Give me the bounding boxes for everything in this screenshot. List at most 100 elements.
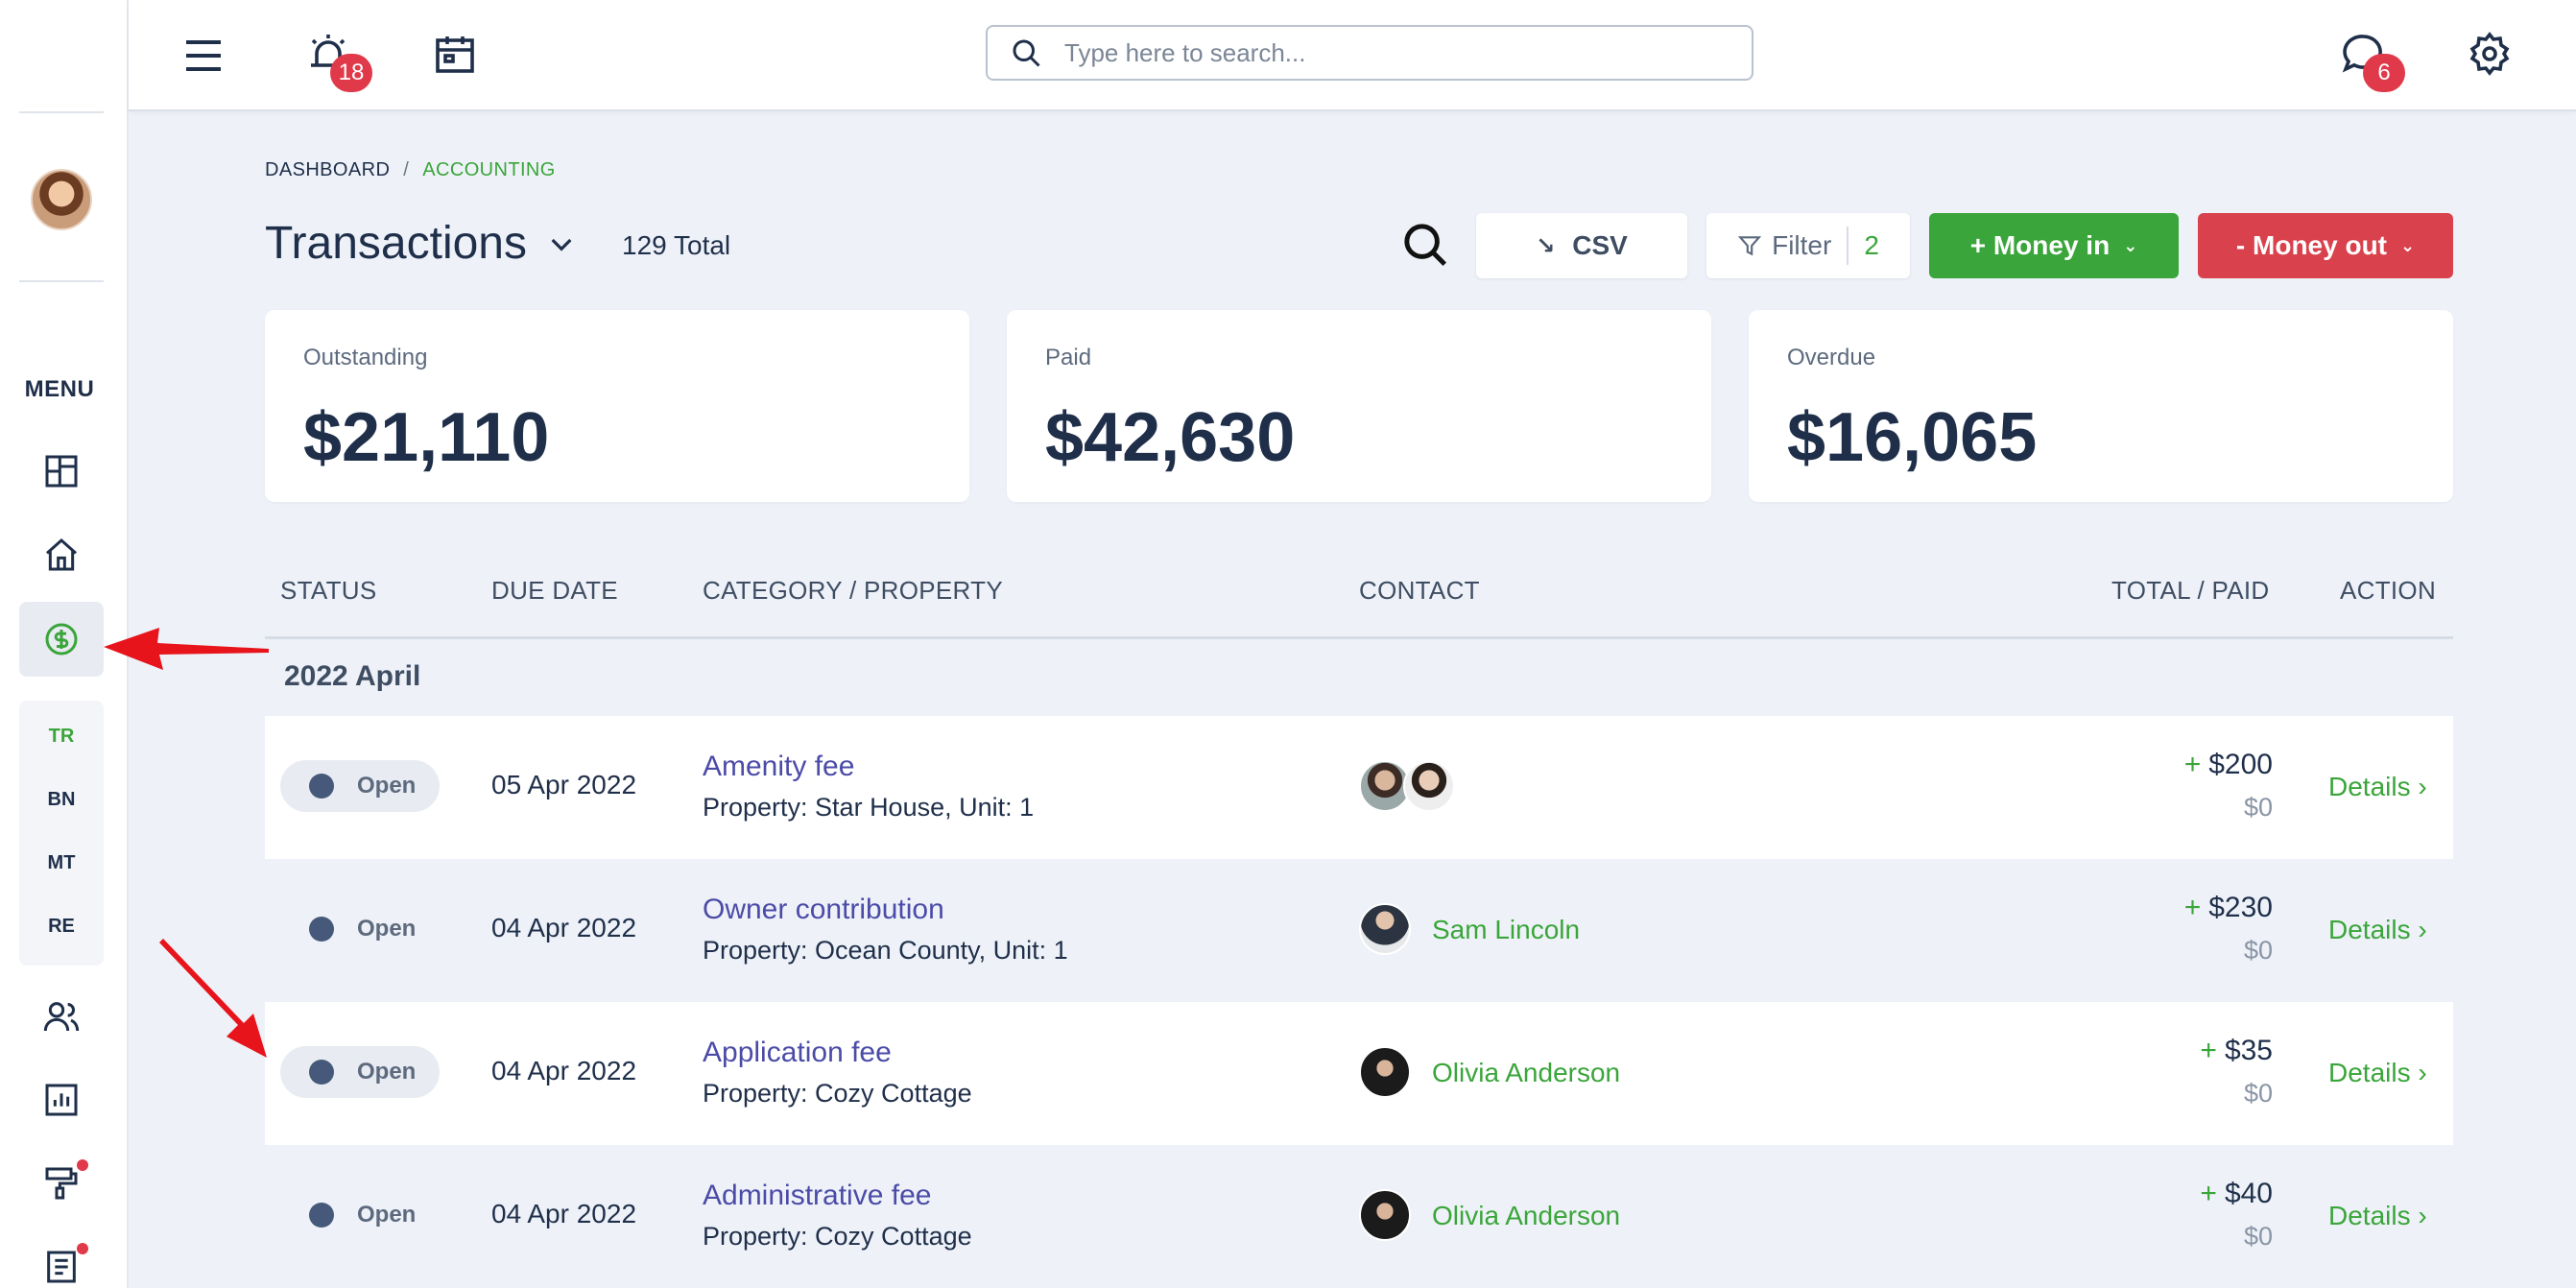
menu-label: MENU bbox=[24, 376, 95, 402]
sidebar-divider bbox=[19, 111, 104, 113]
search-icon[interactable] bbox=[1399, 219, 1451, 271]
property-text: Property: Ocean County, Unit: 1 bbox=[703, 936, 1068, 965]
arrow-down-right-icon: ↘ bbox=[1536, 232, 1556, 259]
total-count: 129 Total bbox=[622, 230, 731, 260]
plus-sign: + bbox=[2200, 1035, 2217, 1066]
alerts-badge: 18 bbox=[330, 54, 372, 92]
search-icon bbox=[1013, 39, 1040, 67]
messages-button[interactable]: 6 bbox=[2336, 27, 2405, 92]
due-date: 04 Apr 2022 bbox=[491, 913, 637, 942]
plus-sign: + bbox=[2183, 892, 2202, 923]
column-header-status[interactable]: STATUS bbox=[280, 576, 377, 606]
contact-avatar[interactable] bbox=[1359, 1046, 1411, 1098]
filter-count: 2 bbox=[1864, 230, 1879, 260]
paid-amount: $0 bbox=[2243, 936, 2273, 965]
plus-sign: + bbox=[2200, 1178, 2217, 1209]
category-link[interactable]: Application fee bbox=[703, 1037, 892, 1069]
status-badge: Open bbox=[280, 1189, 440, 1241]
sidebar-item-properties[interactable] bbox=[19, 517, 104, 592]
contact-avatar[interactable] bbox=[1359, 903, 1411, 955]
submenu-item-tr[interactable]: TR bbox=[19, 726, 104, 748]
chevron-down-icon: ⌄ bbox=[2123, 235, 2138, 255]
column-header-total-paid[interactable]: TOTAL / PAID bbox=[2111, 576, 2269, 606]
column-header-category[interactable]: CATEGORY / PROPERTY bbox=[703, 576, 1003, 606]
sidebar-item-contacts[interactable] bbox=[19, 979, 104, 1054]
page-title-dropdown[interactable]: Transactions bbox=[265, 217, 577, 270]
filter-divider bbox=[1847, 227, 1849, 265]
paint-roller-icon bbox=[45, 1167, 78, 1200]
alerts-button[interactable]: 18 bbox=[301, 27, 372, 92]
contact-avatar[interactable] bbox=[1403, 760, 1455, 812]
status-label: Open bbox=[357, 1202, 417, 1228]
money-out-button[interactable]: - Money out ⌄ bbox=[2198, 213, 2453, 278]
search-input[interactable] bbox=[1064, 37, 1736, 68]
csv-export-button[interactable]: ↘ CSV bbox=[1476, 213, 1687, 278]
category-link[interactable]: Amenity fee bbox=[703, 751, 854, 783]
filter-button[interactable]: Filter 2 bbox=[1706, 213, 1910, 278]
category-link[interactable]: Owner contribution bbox=[703, 894, 944, 926]
table-row[interactable]: Open 04 Apr 2022 Owner contribution Prop… bbox=[265, 859, 2453, 1002]
settings-button[interactable] bbox=[2463, 27, 2516, 81]
filter-label: Filter bbox=[1772, 230, 1832, 260]
submenu-item-bn[interactable]: BN bbox=[19, 789, 104, 811]
due-date: 05 Apr 2022 bbox=[491, 770, 637, 799]
table-row[interactable]: Open 04 Apr 2022 Administrative fee Prop… bbox=[265, 1145, 2453, 1288]
hamburger-menu-button[interactable] bbox=[177, 29, 230, 83]
dollar-circle-icon bbox=[45, 623, 78, 656]
total-amount: + $35 bbox=[2200, 1035, 2273, 1067]
breadcrumb-accounting[interactable]: ACCOUNTING bbox=[422, 159, 555, 180]
dashboard-icon bbox=[45, 455, 78, 488]
chart-icon bbox=[45, 1084, 78, 1116]
submenu-item-mt[interactable]: MT bbox=[19, 852, 104, 874]
sidebar-item-accounting[interactable] bbox=[19, 602, 104, 677]
chevron-down-icon: ⌄ bbox=[2400, 235, 2416, 255]
sidebar-item-documents[interactable] bbox=[19, 1229, 104, 1288]
annotation-arrow-left bbox=[104, 628, 269, 670]
table-row[interactable]: Open 04 Apr 2022 Application fee Propert… bbox=[265, 1002, 2453, 1145]
details-link[interactable]: Details › bbox=[2328, 772, 2427, 802]
column-header-action: ACTION bbox=[2340, 576, 2437, 605]
user-avatar[interactable] bbox=[31, 169, 92, 230]
contact-name[interactable]: Olivia Anderson bbox=[1432, 1058, 1620, 1088]
funnel-icon bbox=[1737, 236, 1762, 256]
submenu-item-re[interactable]: RE bbox=[19, 916, 104, 938]
breadcrumb: DASHBOARD / ACCOUNTING bbox=[265, 159, 556, 181]
global-search[interactable] bbox=[986, 25, 1753, 81]
contact-name[interactable]: Sam Lincoln bbox=[1432, 915, 1580, 945]
status-dot bbox=[309, 774, 334, 799]
column-header-contact[interactable]: CONTACT bbox=[1359, 576, 1480, 606]
summary-value: $16,065 bbox=[1787, 399, 2038, 476]
sidebar-item-maintenance[interactable] bbox=[19, 1146, 104, 1221]
details-link[interactable]: Details › bbox=[2328, 915, 2427, 945]
property-text: Property: Cozy Cottage bbox=[703, 1079, 972, 1108]
annotation-arrow-diagonal bbox=[159, 939, 267, 1058]
total-value: $200 bbox=[2208, 749, 2273, 780]
category-link[interactable]: Administrative fee bbox=[703, 1180, 931, 1212]
status-label: Open bbox=[357, 916, 417, 942]
calendar-button[interactable] bbox=[428, 27, 482, 81]
sidebar-item-reports[interactable] bbox=[19, 1062, 104, 1137]
messages-badge: 6 bbox=[2363, 54, 2405, 92]
breadcrumb-dashboard[interactable]: DASHBOARD bbox=[265, 159, 390, 180]
status-label: Open bbox=[357, 1059, 417, 1085]
summary-label: Paid bbox=[1045, 345, 1092, 370]
contact-name[interactable]: Olivia Anderson bbox=[1432, 1201, 1620, 1231]
sidebar-item-dashboard[interactable] bbox=[19, 434, 104, 509]
breadcrumb-separator: / bbox=[403, 159, 410, 180]
summary-value: $42,630 bbox=[1045, 399, 1296, 476]
property-text: Property: Star House, Unit: 1 bbox=[703, 793, 1035, 822]
column-header-due-date[interactable]: DUE DATE bbox=[491, 576, 618, 606]
details-link[interactable]: Details › bbox=[2328, 1201, 2427, 1231]
due-date: 04 Apr 2022 bbox=[491, 1056, 637, 1085]
summary-label: Overdue bbox=[1787, 345, 1876, 370]
due-date: 04 Apr 2022 bbox=[491, 1199, 637, 1228]
group-label: 2022 April bbox=[284, 660, 421, 692]
csv-label: CSV bbox=[1572, 230, 1628, 260]
details-link[interactable]: Details › bbox=[2328, 1058, 2427, 1088]
contact-avatar[interactable] bbox=[1359, 1189, 1411, 1241]
notification-dot bbox=[77, 1159, 88, 1171]
table-row[interactable]: Open 05 Apr 2022 Amenity fee Property: S… bbox=[265, 716, 2453, 859]
total-value: $40 bbox=[2224, 1178, 2273, 1209]
money-in-button[interactable]: + Money in ⌄ bbox=[1929, 213, 2179, 278]
status-dot bbox=[309, 1060, 334, 1085]
